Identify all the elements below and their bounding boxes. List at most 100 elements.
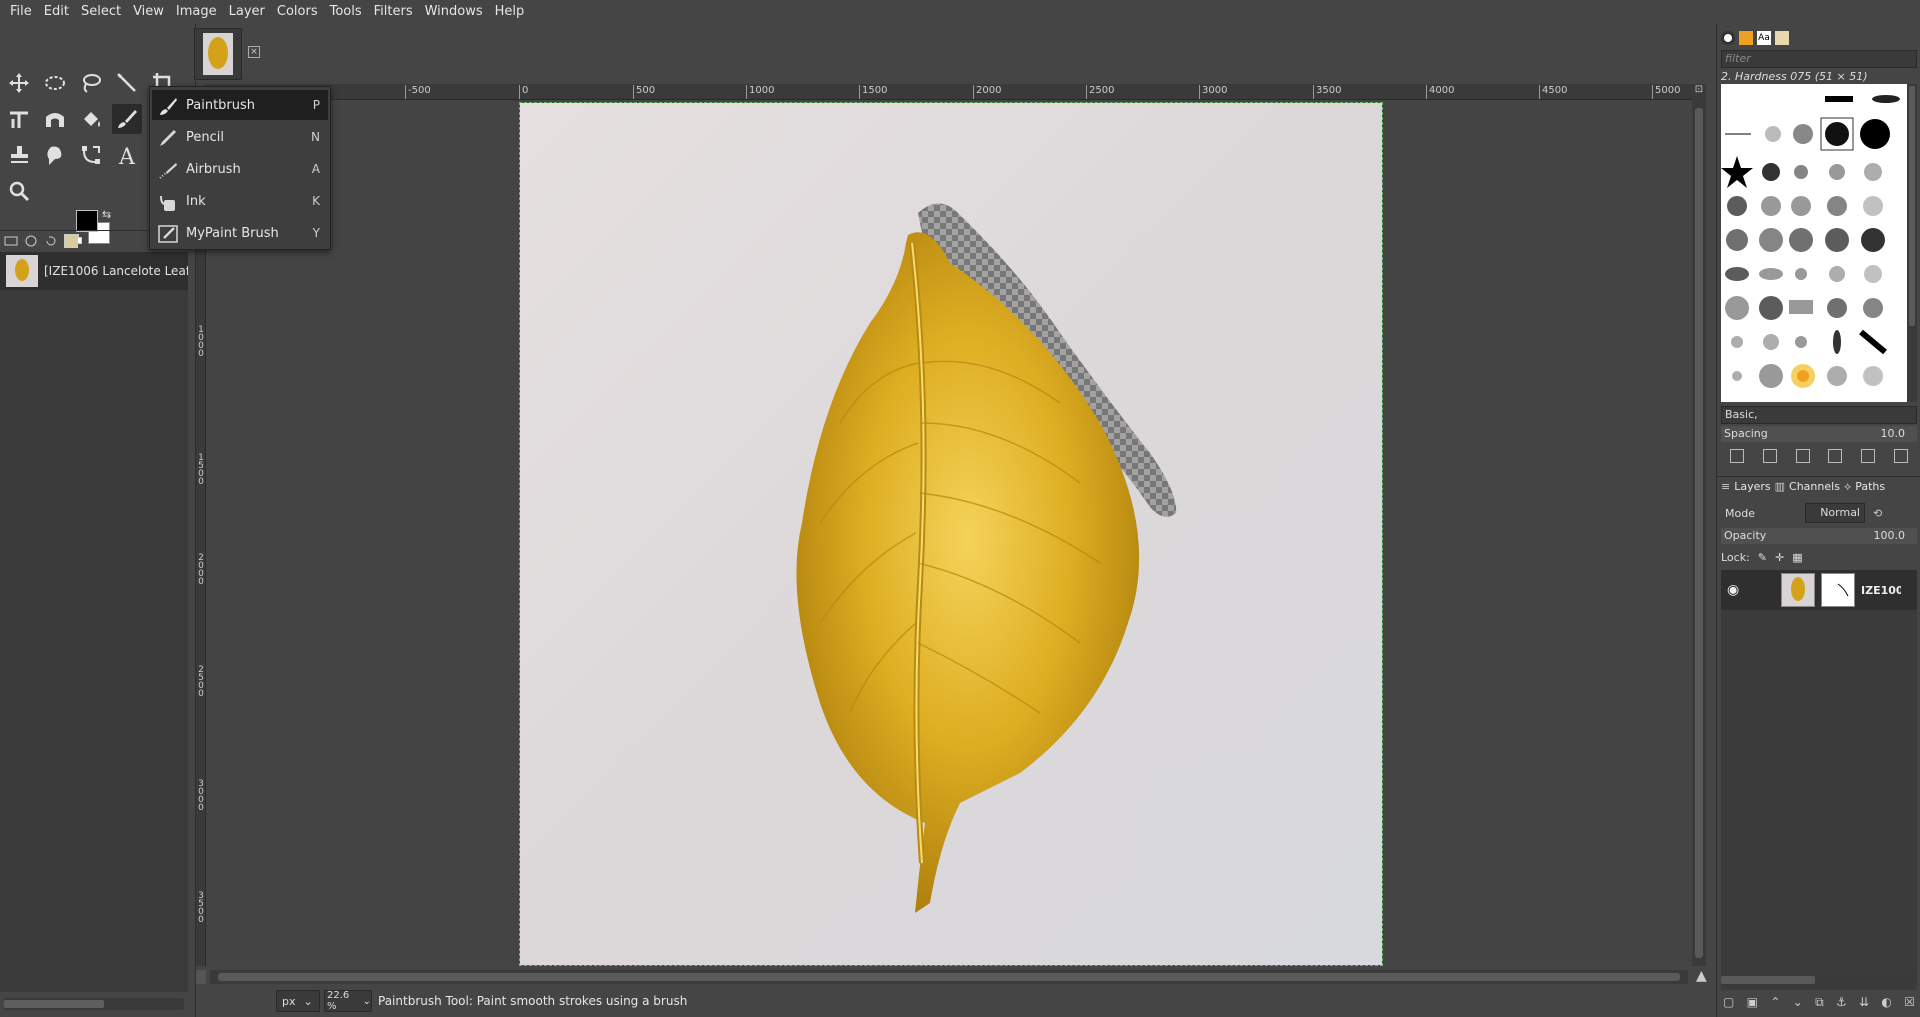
popup-item-paintbrush[interactable]: Paintbrush P (152, 90, 328, 120)
bucket-fill-icon[interactable] (76, 104, 106, 134)
menu-image[interactable]: Image (170, 0, 223, 24)
lower-layer-icon[interactable]: ⌄ (1793, 995, 1803, 1009)
smudge-icon[interactable] (40, 140, 70, 170)
layer-row[interactable]: ◉ IZE1006 (1721, 570, 1917, 610)
edit-brush-icon[interactable] (1730, 449, 1745, 463)
zoom-value: 22.6 % (327, 990, 350, 1012)
zoom-select[interactable]: 22.6 % ⌄ (324, 990, 372, 1012)
navigate-icon[interactable]: ⊡ (1692, 84, 1706, 100)
popup-item-pencil[interactable]: Pencil N (152, 122, 328, 152)
opacity-value: 100.0 (1873, 529, 1906, 542)
paths-icon[interactable] (76, 140, 106, 170)
brush-filter-input[interactable]: filter (1721, 50, 1917, 68)
merge-layer-icon[interactable]: ⇊ (1859, 995, 1869, 1009)
paintbrush-icon[interactable] (112, 104, 142, 134)
image-canvas[interactable] (519, 102, 1383, 966)
transform-icon[interactable] (4, 104, 34, 134)
popup-item-mypaint-brush[interactable]: MyPaint Brush Y (152, 218, 328, 248)
duplicate-brush-icon[interactable] (1795, 449, 1810, 463)
menu-help[interactable]: Help (489, 0, 531, 24)
vertical-scrollbar[interactable] (1692, 100, 1706, 966)
menu-view[interactable]: View (127, 0, 170, 24)
undo-history-tab-icon[interactable] (44, 234, 58, 248)
close-tab-icon[interactable]: × (248, 46, 260, 58)
tool-options-tab-icon[interactable] (4, 234, 18, 248)
menu-select[interactable]: Select (75, 0, 127, 24)
spacing-slider[interactable]: Spacing 10.0 (1721, 426, 1917, 442)
new-layer-icon[interactable]: ▢ (1723, 995, 1734, 1009)
raise-layer-icon[interactable]: ⌃ (1770, 995, 1780, 1009)
duplicate-layer-icon[interactable]: ⧉ (1815, 995, 1824, 1010)
menu-filters[interactable]: Filters (368, 0, 419, 24)
brush-grid-scrollbar[interactable] (1907, 84, 1917, 402)
image-thumbnail (6, 255, 38, 287)
ruler-label: 4000 (1426, 85, 1454, 99)
fonts-tab-icon[interactable]: Aa (1757, 31, 1771, 45)
visibility-eye-icon[interactable]: ◉ (1727, 582, 1747, 598)
delete-brush-icon[interactable] (1828, 449, 1843, 463)
zoom-icon[interactable] (4, 176, 34, 206)
menu-colors[interactable]: Colors (271, 0, 324, 24)
menu-tools[interactable]: Tools (324, 0, 368, 24)
opacity-slider[interactable]: Opacity 100.0 (1721, 528, 1917, 544)
fuzzy-select-icon[interactable] (112, 68, 142, 98)
lasso-icon[interactable] (76, 68, 106, 98)
ruler-label: 3500 (198, 891, 204, 925)
horizontal-scrollbar[interactable] (210, 970, 1688, 984)
ruler-label: 500 (633, 85, 655, 99)
lock-alpha-icon[interactable]: ▦ (1792, 551, 1802, 564)
refresh-brushes-icon[interactable] (1860, 449, 1875, 463)
device-status-tab-icon[interactable] (24, 234, 38, 248)
document-history-tab-icon[interactable] (1775, 31, 1789, 45)
menu-edit[interactable]: Edit (38, 0, 75, 24)
tab-paths[interactable]: Paths (1855, 480, 1885, 493)
ruler-label: 2000 (973, 85, 1001, 99)
warp-icon[interactable] (40, 104, 70, 134)
popup-item-ink[interactable]: Ink K (152, 186, 328, 216)
layer-actions: ▢ ▣ ⌃ ⌄ ⧉ ⚓ ⇊ ◐ ☒ (1721, 990, 1917, 1014)
svg-text:A: A (118, 145, 136, 167)
mode-switch-icon[interactable]: ⟲ (1873, 507, 1882, 520)
tab-layers[interactable]: Layers (1734, 480, 1770, 493)
menu-windows[interactable]: Windows (419, 0, 489, 24)
new-brush-icon[interactable] (1762, 449, 1777, 463)
new-layer-group-icon[interactable]: ▣ (1747, 995, 1758, 1009)
anchor-layer-icon[interactable]: ⚓ (1836, 995, 1847, 1009)
mode-select[interactable]: Normal (1805, 503, 1865, 523)
foreground-color-swatch[interactable] (76, 210, 98, 232)
brush-tags-select[interactable]: Basic, (1721, 406, 1917, 424)
layer-name[interactable]: IZE1006 (1861, 584, 1901, 597)
popup-item-airbrush[interactable]: Airbrush A (152, 154, 328, 184)
navigate-arrow-icon[interactable]: ▲ (1696, 968, 1707, 984)
text-icon[interactable]: A (112, 140, 142, 170)
lock-position-icon[interactable]: ✛ (1775, 551, 1784, 564)
add-mask-icon[interactable]: ◐ (1881, 995, 1891, 1009)
popup-item-label: MyPaint Brush (186, 225, 279, 241)
menu-file[interactable]: File (4, 0, 38, 24)
delete-layer-icon[interactable]: ☒ (1904, 995, 1915, 1009)
clone-icon[interactable] (4, 140, 34, 170)
paths-tab-icon: ⟡ (1843, 479, 1852, 493)
status-message: Paintbrush Tool: Paint smooth strokes us… (378, 994, 688, 1008)
images-list: [IZE1006 Lancelote Leaf Wal (0, 252, 188, 992)
open-brush-icon[interactable] (1893, 449, 1908, 463)
ruler-label: -500 (405, 85, 431, 99)
image-list-item[interactable]: [IZE1006 Lancelote Leaf Wal (0, 252, 188, 290)
tab-channels[interactable]: Channels (1789, 480, 1840, 493)
brushes-tab-icon[interactable] (1721, 31, 1735, 45)
move-tool-icon[interactable] (4, 68, 34, 98)
ellipse-select-icon[interactable] (40, 68, 70, 98)
patterns-tab-icon[interactable] (1739, 31, 1753, 45)
menu-layer[interactable]: Layer (223, 0, 271, 24)
layer-mask-thumbnail[interactable] (1821, 573, 1855, 607)
layers-tab-icon: ≡ (1721, 480, 1731, 493)
swap-colors-icon[interactable]: ⇆ (102, 208, 111, 221)
quick-mask-toggle[interactable] (196, 970, 206, 984)
brush-grid[interactable] (1721, 84, 1907, 402)
image-tab[interactable] (194, 28, 242, 80)
images-tab-icon[interactable] (64, 233, 78, 248)
layers-scrollbar[interactable] (1721, 974, 1917, 986)
lock-pixels-icon[interactable]: ✎ (1758, 551, 1767, 564)
unit-select[interactable]: px ⌄ (276, 990, 320, 1012)
left-panel-scrollbar[interactable] (4, 998, 184, 1010)
